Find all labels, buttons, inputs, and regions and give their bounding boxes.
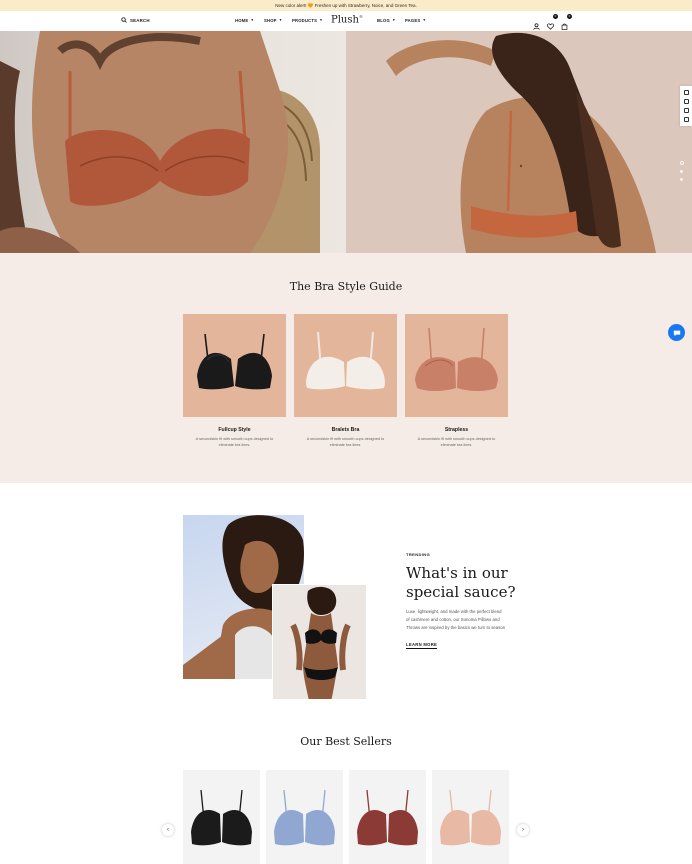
model-black-set-image bbox=[290, 586, 351, 699]
product-image bbox=[191, 789, 252, 846]
guide-card-desc: A secondskin fit with smooth cups design… bbox=[306, 437, 385, 447]
product-card[interactable] bbox=[183, 770, 260, 864]
user-icon bbox=[533, 23, 540, 30]
trending-body: Luxe, lightweight, and made with the per… bbox=[406, 609, 506, 630]
nav-blog[interactable]: BLOG ▾ bbox=[377, 18, 395, 23]
chat-button[interactable] bbox=[668, 324, 685, 341]
chevron-down-icon: ▾ bbox=[279, 18, 282, 22]
guide-card[interactable]: Strapless A secondskin fit with smooth c… bbox=[405, 314, 508, 448]
guide-card-image bbox=[183, 314, 286, 417]
trending-image-small bbox=[272, 584, 367, 700]
site-logo[interactable]: Plush® bbox=[331, 14, 363, 25]
guide-card-image bbox=[405, 314, 508, 417]
chat-icon bbox=[673, 330, 680, 336]
product-card[interactable] bbox=[432, 770, 509, 864]
carousel-prev-button[interactable]: ‹ bbox=[162, 824, 174, 836]
search-button[interactable]: SEARCH bbox=[121, 17, 150, 23]
product-card[interactable] bbox=[349, 770, 426, 864]
cart-count-badge: 0 bbox=[567, 14, 572, 19]
chevron-left-icon: ‹ bbox=[167, 827, 169, 833]
nav-pages-label: PAGES bbox=[405, 18, 421, 23]
tag-icon[interactable] bbox=[683, 90, 689, 95]
account-button[interactable] bbox=[533, 17, 540, 30]
search-icon bbox=[121, 17, 127, 23]
model-front-image bbox=[0, 31, 320, 253]
trending-content: TRENDING What's in our special sauce? Lu… bbox=[406, 552, 516, 651]
style-guide-section: The Bra Style Guide Fullcup Style A seco… bbox=[0, 253, 692, 483]
nav-pages[interactable]: PAGES ▾ bbox=[405, 18, 425, 23]
logo-text: Plush bbox=[331, 14, 359, 26]
hero-image-right bbox=[346, 31, 692, 253]
logo-mark: ® bbox=[358, 14, 363, 19]
guide-card[interactable]: Fullcup Style A secondskin fit with smoo… bbox=[183, 314, 286, 448]
nude-bra-image bbox=[415, 327, 498, 391]
nav-products-label: PRODUCTS bbox=[292, 18, 318, 23]
chevron-down-icon: ▾ bbox=[251, 18, 254, 22]
chevron-down-icon: ▾ bbox=[320, 18, 323, 22]
learn-more-link[interactable]: LEARN MORE bbox=[406, 642, 438, 649]
nav-blog-label: BLOG bbox=[377, 18, 390, 23]
compare-icon[interactable] bbox=[683, 99, 689, 104]
slider-dot-2[interactable] bbox=[680, 170, 683, 173]
chevron-down-icon: ▾ bbox=[392, 18, 395, 22]
nav-products[interactable]: PRODUCTS ▾ bbox=[292, 18, 322, 23]
hero-image-left bbox=[0, 31, 346, 253]
trending-title: What's in our special sauce? bbox=[406, 564, 516, 601]
search-label: SEARCH bbox=[130, 17, 150, 23]
site-header: SEARCH HOME ▾ SHOP ▾ PRODUCTS ▾ Plush® BLOG… bbox=[0, 11, 692, 31]
nav-shop-label: SHOP bbox=[264, 18, 277, 23]
heart-icon bbox=[547, 23, 554, 30]
grid-icon[interactable] bbox=[683, 108, 689, 113]
chevron-right-icon: › bbox=[522, 827, 524, 833]
guide-card-title: Fullcup Style bbox=[218, 427, 251, 433]
product-image bbox=[274, 789, 335, 846]
slider-dot-3[interactable] bbox=[680, 178, 683, 181]
side-toolbar bbox=[680, 86, 692, 126]
announcement-bar: New color alert! 🧡 Freshen up with Straw… bbox=[0, 0, 692, 11]
section-title: Our Best Sellers bbox=[300, 735, 392, 748]
nav-shop[interactable]: SHOP ▾ bbox=[264, 18, 282, 23]
nav-home[interactable]: HOME ▾ bbox=[235, 18, 253, 23]
wishlist-count-badge: 0 bbox=[553, 14, 558, 19]
black-bra-image bbox=[197, 333, 272, 390]
slider-dot-1[interactable] bbox=[680, 161, 684, 165]
product-card[interactable] bbox=[266, 770, 343, 864]
section-title: The Bra Style Guide bbox=[289, 280, 403, 293]
guide-card-image bbox=[294, 314, 397, 417]
product-image bbox=[357, 789, 418, 846]
shopping-bag-icon bbox=[561, 23, 568, 30]
bag-icon[interactable] bbox=[683, 117, 689, 122]
hero-slider bbox=[0, 31, 692, 253]
announcement-text: New color alert! 🧡 Freshen up with Straw… bbox=[275, 3, 417, 8]
wishlist-button[interactable]: 0 bbox=[547, 14, 558, 30]
white-bra-image bbox=[306, 331, 385, 390]
guide-card-desc: A secondskin fit with smooth cups design… bbox=[195, 437, 274, 447]
cart-button[interactable]: 0 bbox=[561, 14, 572, 30]
nav-home-label: HOME bbox=[235, 18, 249, 23]
slider-dots bbox=[680, 161, 684, 181]
guide-card[interactable]: Bralets Bra A secondskin fit with smooth… bbox=[294, 314, 397, 448]
chevron-down-icon: ▾ bbox=[423, 18, 426, 22]
carousel-next-button[interactable]: › bbox=[517, 824, 529, 836]
guide-card-desc: A secondskin fit with smooth cups design… bbox=[417, 437, 496, 447]
trending-eyebrow: TRENDING bbox=[406, 552, 431, 557]
product-image bbox=[440, 789, 501, 846]
guide-card-title: Bralets Bra bbox=[331, 427, 360, 433]
guide-card-title: Strapless bbox=[444, 427, 469, 433]
model-back-image bbox=[386, 32, 656, 253]
